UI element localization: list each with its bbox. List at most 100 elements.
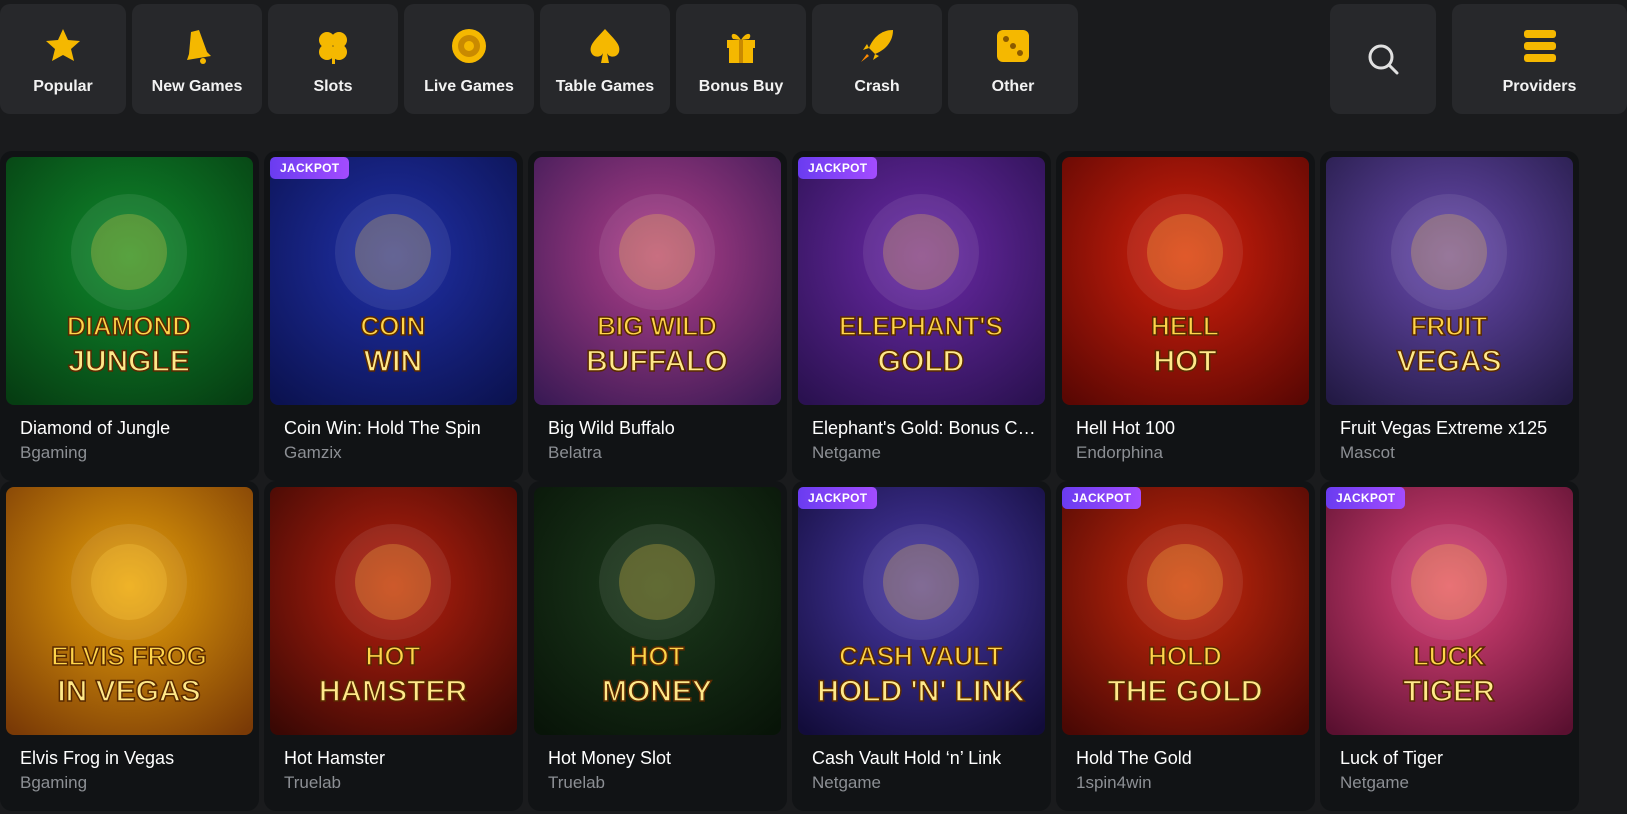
game-title[interactable]: Diamond of Jungle (20, 418, 245, 439)
game-title[interactable]: Big Wild Buffalo (548, 418, 773, 439)
jackpot-badge: JACKPOT (1062, 487, 1142, 509)
roulette-icon (447, 24, 491, 68)
art-line-1: DIAMOND (67, 311, 191, 341)
game-thumbnail[interactable]: CASH VAULT HOLD 'N' LINK (798, 487, 1045, 735)
game-card[interactable]: FRUIT VEGAS Fruit Vegas Extreme x125 Mascot (1320, 151, 1579, 481)
stack-icon (1518, 24, 1562, 68)
game-card[interactable]: DIAMOND JUNGLE Diamond of Jungle Bgaming (0, 151, 259, 481)
game-card[interactable]: ELEPHANT'S GOLD JACKPOT Elephant's Gold: Bo… (792, 151, 1051, 481)
game-provider: Gamzix (284, 443, 342, 462)
game-title[interactable]: Fruit Vegas Extreme x125 (1340, 418, 1565, 439)
category-label: New Games (151, 78, 243, 95)
game-thumbnail[interactable]: ELVIS FROG IN VEGAS (6, 487, 253, 735)
category-crash[interactable]: Crash (812, 4, 942, 114)
game-provider: Endorphina (1076, 443, 1163, 462)
art-line-1: BIG WILD (597, 311, 717, 341)
game-thumbnail[interactable]: HOT HAMSTER (270, 487, 517, 735)
game-thumbnail[interactable]: ELEPHANT'S GOLD (798, 157, 1045, 405)
jackpot-badge: JACKPOT (798, 157, 878, 179)
game-card[interactable]: LUCK TIGER JACKPOT Luck of Tiger Netgame (1320, 481, 1579, 811)
art-line-1: ELEPHANT'S (839, 311, 1003, 341)
game-provider: Truelab (548, 773, 606, 792)
game-thumbnail[interactable]: COIN WIN (270, 157, 517, 405)
providers-label: Providers (1502, 78, 1577, 95)
gift-icon (719, 24, 763, 68)
art-line-2: IN VEGAS (57, 675, 200, 708)
game-card[interactable]: HOLD THE GOLD JACKPOT Hold The Gold 1spin4wi… (1056, 481, 1315, 811)
jackpot-badge: JACKPOT (270, 157, 350, 179)
art-line-2: JUNGLE (68, 345, 190, 378)
art-line-1: HOLD (1148, 641, 1222, 671)
art-line-2: HAMSTER (319, 675, 468, 708)
dice-icon (991, 24, 1035, 68)
game-title[interactable]: Cash Vault Hold ‘n’ Link (812, 748, 1037, 769)
game-provider: Netgame (812, 773, 881, 792)
category-other[interactable]: Other (948, 4, 1078, 114)
art-line-2: VEGAS (1396, 345, 1501, 378)
search-icon (1361, 37, 1405, 81)
game-title[interactable]: Luck of Tiger (1340, 748, 1565, 769)
art-line-1: FRUIT (1411, 311, 1488, 341)
game-title[interactable]: Hell Hot 100 (1076, 418, 1301, 439)
star-icon (41, 24, 85, 68)
game-card[interactable]: HOT HAMSTER Hot Hamster Truelab (264, 481, 523, 811)
category-label: Bonus Buy (698, 78, 784, 95)
game-provider: Belatra (548, 443, 602, 462)
category-popular[interactable]: Popular (0, 4, 126, 114)
game-provider: 1spin4win (1076, 773, 1152, 792)
game-thumbnail[interactable]: HOLD THE GOLD (1062, 487, 1309, 735)
spade-icon (583, 24, 627, 68)
category-live-games[interactable]: Live Games (404, 4, 534, 114)
category-label: Table Games (555, 78, 655, 95)
game-thumbnail[interactable]: LUCK TIGER (1326, 487, 1573, 735)
game-card[interactable]: BIG WILD BUFFALO Big Wild Buffalo Belatra (528, 151, 787, 481)
game-thumbnail[interactable]: HOT MONEY (534, 487, 781, 735)
category-label: Slots (313, 78, 353, 95)
game-thumbnail[interactable]: BIG WILD BUFFALO (534, 157, 781, 405)
game-title[interactable]: Coin Win: Hold The Spin (284, 418, 509, 439)
game-title[interactable]: Hot Money Slot (548, 748, 773, 769)
game-card[interactable]: COIN WIN JACKPOT Coin Win: Hold The Spin Gam… (264, 151, 523, 481)
game-title[interactable]: Elephant's Gold: Bonus Combo (812, 418, 1037, 439)
category-bonus-buy[interactable]: Bonus Buy (676, 4, 806, 114)
game-thumbnail[interactable]: HELL HOT (1062, 157, 1309, 405)
game-title[interactable]: Hold The Gold (1076, 748, 1301, 769)
game-card[interactable]: HELL HOT Hell Hot 100 Endorphina (1056, 151, 1315, 481)
jackpot-badge: JACKPOT (798, 487, 878, 509)
search-button[interactable] (1330, 4, 1436, 114)
art-line-1: LUCK (1413, 641, 1485, 671)
game-provider: Bgaming (20, 773, 88, 792)
art-line-2: MONEY (602, 675, 712, 708)
art-line-2: HOLD 'N' LINK (817, 675, 1025, 708)
bell-icon (175, 24, 219, 68)
art-line-2: WIN (364, 345, 422, 378)
category-slots[interactable]: Slots (268, 4, 398, 114)
category-label: Popular (33, 78, 93, 95)
game-provider: Mascot (1340, 443, 1395, 462)
art-line-2: BUFFALO (586, 345, 728, 378)
game-provider: Netgame (1340, 773, 1409, 792)
game-provider: Bgaming (20, 443, 88, 462)
art-line-2: THE GOLD (1108, 675, 1263, 708)
providers-button[interactable]: Providers (1452, 4, 1627, 114)
clover-icon (311, 24, 355, 68)
art-line-1: HOT (366, 641, 421, 671)
game-card[interactable]: ELVIS FROG IN VEGAS Elvis Frog in Vegas Bga… (0, 481, 259, 811)
game-title[interactable]: Hot Hamster (284, 748, 509, 769)
art-line-2: GOLD (878, 345, 965, 378)
game-card[interactable]: CASH VAULT HOLD 'N' LINK JACKPOT Cash Vault… (792, 481, 1051, 811)
category-table-games[interactable]: Table Games (540, 4, 670, 114)
jackpot-badge: JACKPOT (1326, 487, 1406, 509)
art-line-1: CASH VAULT (839, 641, 1003, 671)
art-line-2: HOT (1153, 345, 1216, 378)
game-card[interactable]: HOT MONEY Hot Money Slot Truelab (528, 481, 787, 811)
game-thumbnail[interactable]: DIAMOND JUNGLE (6, 157, 253, 405)
game-title[interactable]: Elvis Frog in Vegas (20, 748, 245, 769)
category-label: Crash (854, 78, 900, 95)
category-new-games[interactable]: New Games (132, 4, 262, 114)
art-line-1: HOT (630, 641, 685, 671)
rocket-icon (855, 24, 899, 68)
art-line-1: COIN (361, 311, 426, 341)
category-label: Live Games (424, 78, 514, 95)
game-thumbnail[interactable]: FRUIT VEGAS (1326, 157, 1573, 405)
